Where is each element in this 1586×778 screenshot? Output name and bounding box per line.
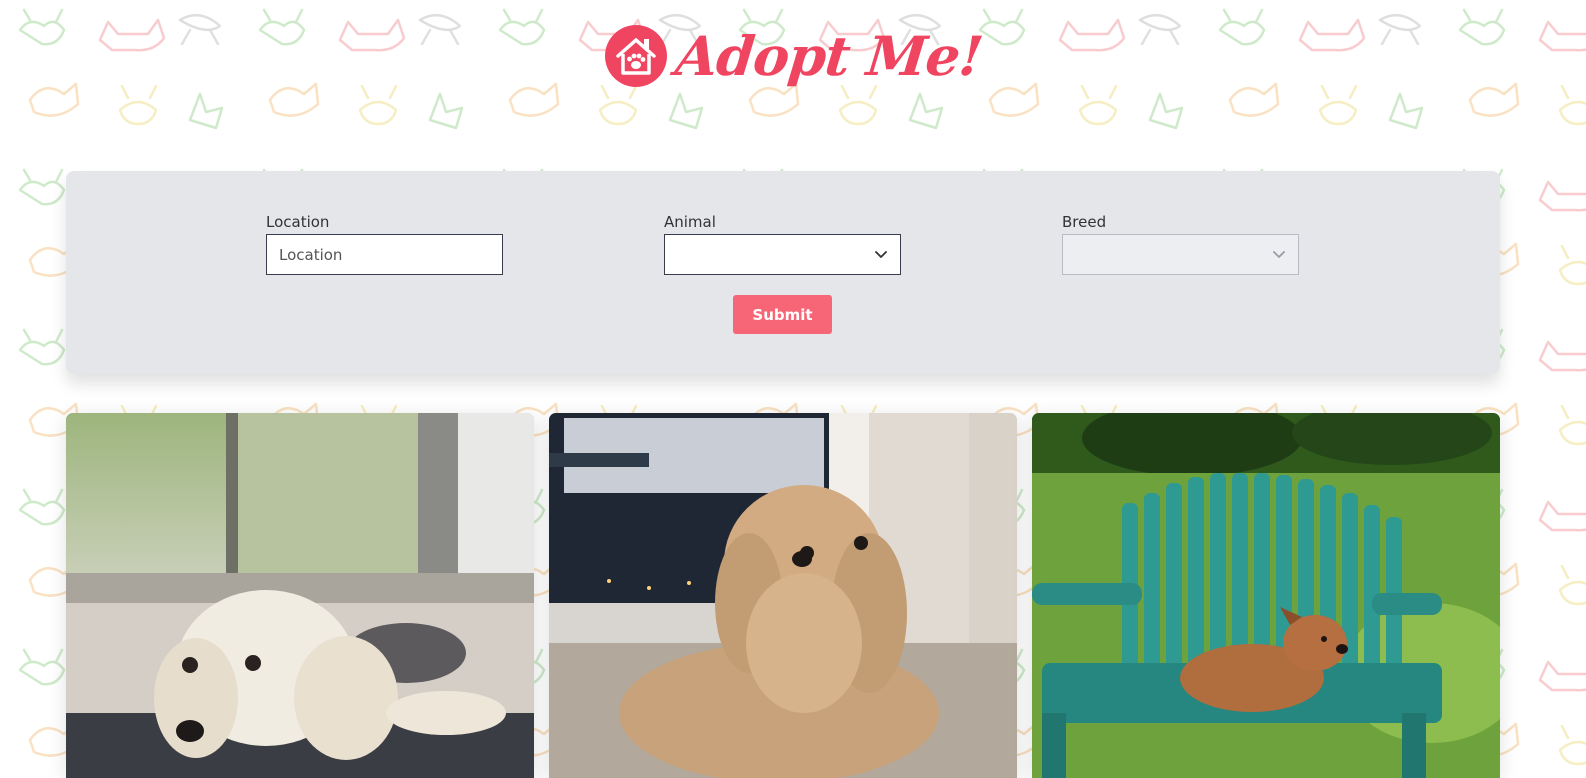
location-field: Location [266, 213, 503, 275]
header: Adopt Me! [0, 24, 1586, 88]
page: Adopt Me! Location Animal Breed [0, 0, 1586, 778]
white-fluffy-dog-photo [66, 413, 534, 778]
location-input[interactable] [266, 234, 503, 275]
pet-card[interactable] [66, 413, 534, 778]
site-title[interactable]: Adopt Me! [673, 24, 986, 88]
breed-field: Breed [1062, 213, 1299, 275]
submit-button[interactable]: Submit [733, 295, 832, 334]
animal-select[interactable] [664, 234, 901, 275]
pet-card[interactable] [549, 413, 1017, 778]
search-form: Location Animal Breed Submit [66, 171, 1500, 374]
house-paw-icon[interactable] [604, 24, 668, 88]
chevron-down-icon [875, 251, 887, 258]
pet-card[interactable] [1032, 413, 1500, 778]
chevron-down-icon [1273, 251, 1285, 258]
brown-dog-on-green-chair-photo [1032, 413, 1500, 778]
curly-tan-dog-photo [549, 413, 1017, 778]
animal-field: Animal [664, 213, 901, 275]
animal-label: Animal [664, 213, 716, 231]
location-label: Location [266, 213, 330, 231]
breed-label: Breed [1062, 213, 1107, 231]
breed-select[interactable] [1062, 234, 1299, 275]
